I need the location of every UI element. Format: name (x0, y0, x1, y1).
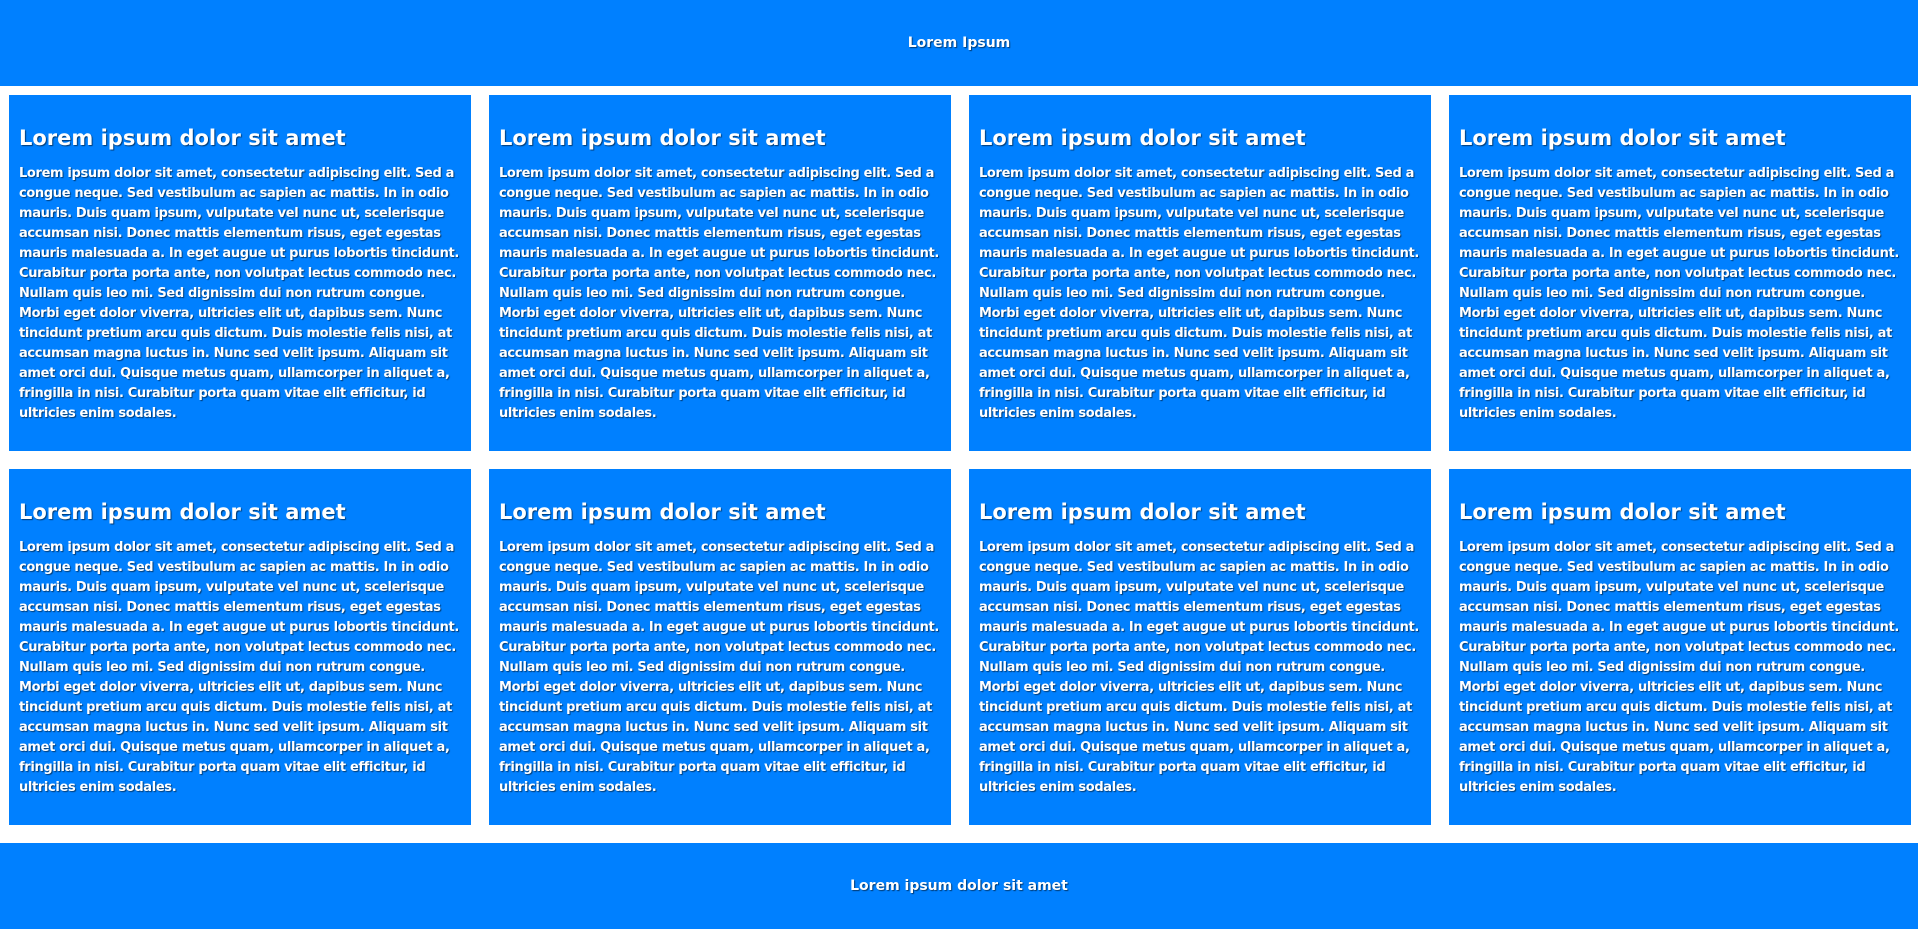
card-title: Lorem ipsum dolor sit amet (19, 500, 346, 524)
card-body: Lorem ipsum dolor sit amet, consectetur … (499, 540, 939, 795)
card-title: Lorem ipsum dolor sit amet (1459, 126, 1786, 150)
card-body: Lorem ipsum dolor sit amet, consectetur … (19, 166, 459, 421)
card-body: Lorem ipsum dolor sit amet, consectetur … (979, 540, 1419, 795)
card-body: Lorem ipsum dolor sit amet, consectetur … (19, 540, 459, 795)
footer-text: Lorem ipsum dolor sit amet (850, 878, 1068, 894)
card-title: Lorem ipsum dolor sit amet (979, 126, 1306, 150)
page-header: Lorem Ipsum (0, 0, 1918, 86)
card-title: Lorem ipsum dolor sit amet (1459, 500, 1786, 524)
content-card: Lorem ipsum dolor sit amet Lorem ipsum d… (489, 469, 951, 825)
card-title: Lorem ipsum dolor sit amet (19, 126, 346, 150)
content-card: Lorem ipsum dolor sit amet Lorem ipsum d… (1449, 469, 1911, 825)
card-title: Lorem ipsum dolor sit amet (499, 126, 826, 150)
header-title: Lorem Ipsum (907, 35, 1011, 51)
content-card: Lorem ipsum dolor sit amet Lorem ipsum d… (969, 469, 1431, 825)
card-body: Lorem ipsum dolor sit amet, consectetur … (1459, 540, 1899, 795)
card-body: Lorem ipsum dolor sit amet, consectetur … (979, 166, 1419, 421)
card-title: Lorem ipsum dolor sit amet (979, 500, 1306, 524)
card-grid: Lorem ipsum dolor sit amet Lorem ipsum d… (0, 95, 1918, 825)
content-card: Lorem ipsum dolor sit amet Lorem ipsum d… (969, 95, 1431, 451)
content-card: Lorem ipsum dolor sit amet Lorem ipsum d… (1449, 95, 1911, 451)
page-footer: Lorem ipsum dolor sit amet (0, 843, 1918, 929)
card-body: Lorem ipsum dolor sit amet, consectetur … (1459, 166, 1899, 421)
content-card: Lorem ipsum dolor sit amet Lorem ipsum d… (489, 95, 951, 451)
content-card: Lorem ipsum dolor sit amet Lorem ipsum d… (9, 95, 471, 451)
card-body: Lorem ipsum dolor sit amet, consectetur … (499, 166, 939, 421)
card-title: Lorem ipsum dolor sit amet (499, 500, 826, 524)
content-card: Lorem ipsum dolor sit amet Lorem ipsum d… (9, 469, 471, 825)
